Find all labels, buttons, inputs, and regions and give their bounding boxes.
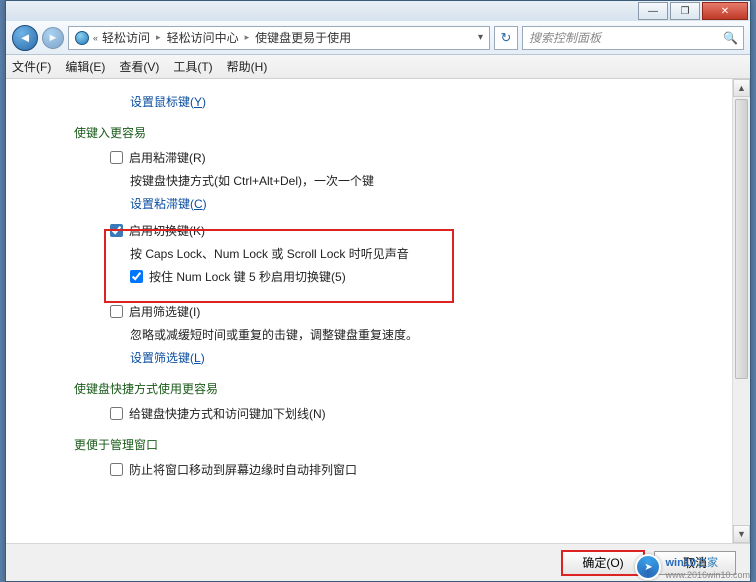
toggle-keys-checkbox[interactable]	[110, 224, 123, 237]
filter-keys-checkbox[interactable]	[110, 305, 123, 318]
toggle-keys-numlock-checkbox[interactable]	[130, 270, 143, 283]
highlight-box	[104, 229, 454, 303]
sticky-keys-row: 启用粘滞键(R)	[110, 149, 720, 166]
menu-edit[interactable]: 编辑(E)	[65, 58, 105, 75]
window-arrange-checkbox[interactable]	[110, 463, 123, 476]
filter-keys-settings-link[interactable]: 设置筛选键(L)	[130, 351, 205, 365]
search-input[interactable]: 搜索控制面板 🔍	[522, 26, 744, 50]
breadcrumb[interactable]: 轻松访问	[102, 29, 150, 46]
breadcrumb-dropdown-icon[interactable]: «	[93, 33, 98, 43]
control-panel-window: — ❐ ✕ ◄ ► « 轻松访问 ▸ 轻松访问中心 ▸ 使键盘更易于使用 ▾ ↻…	[5, 0, 751, 582]
forward-button[interactable]: ►	[42, 27, 64, 49]
breadcrumb[interactable]: 使键盘更易于使用	[255, 29, 351, 46]
toggle-keys-row: 启用切换键(K)	[110, 222, 720, 239]
globe-icon	[75, 31, 89, 45]
checkbox-label: 按住 Num Lock 键 5 秒启用切换键(5)	[149, 268, 346, 285]
section-heading: 使键盘快捷方式使用更容易	[74, 380, 720, 397]
menu-bar: 文件(F) 编辑(E) 查看(V) 工具(T) 帮助(H)	[6, 55, 750, 79]
filter-keys-row: 启用筛选键(I)	[110, 303, 720, 320]
menu-view[interactable]: 查看(V)	[119, 58, 159, 75]
sticky-keys-checkbox[interactable]	[110, 151, 123, 164]
description-text: 忽略或减缓短时间或重复的击键，调整键盘重复速度。	[130, 326, 720, 343]
vertical-scrollbar[interactable]: ▲ ▼	[732, 79, 750, 543]
checkbox-label: 启用切换键(K)	[129, 222, 205, 239]
address-bar[interactable]: « 轻松访问 ▸ 轻松访问中心 ▸ 使键盘更易于使用 ▾	[68, 26, 490, 50]
checkbox-label: 防止将窗口移动到屏幕边缘时自动排列窗口	[129, 461, 357, 478]
toggle-keys-sub-row: 按住 Num Lock 键 5 秒启用切换键(5)	[130, 268, 720, 285]
chevron-down-icon[interactable]: ▾	[478, 32, 483, 43]
sticky-keys-settings-link[interactable]: 设置粘滞键(C)	[130, 197, 207, 211]
maximize-button[interactable]: ❐	[670, 2, 700, 20]
back-button[interactable]: ◄	[12, 25, 38, 51]
content-area: 设置鼠标键(Y) 使键入更容易 启用粘滞键(R) 按键盘快捷方式(如 Ctrl+…	[6, 79, 750, 543]
close-button[interactable]: ✕	[702, 2, 748, 20]
scroll-up-button[interactable]: ▲	[733, 79, 750, 97]
checkbox-label: 启用筛选键(I)	[129, 303, 200, 320]
search-placeholder: 搜索控制面板	[529, 29, 601, 46]
search-icon[interactable]: 🔍	[723, 31, 737, 45]
menu-help[interactable]: 帮助(H)	[227, 58, 268, 75]
scroll-thumb[interactable]	[735, 99, 748, 379]
ok-button[interactable]: 确定(O)	[562, 551, 644, 575]
scroll-down-button[interactable]: ▼	[733, 525, 750, 543]
checkbox-label: 启用粘滞键(R)	[129, 149, 206, 166]
window-arrange-row: 防止将窗口移动到屏幕边缘时自动排列窗口	[110, 461, 720, 478]
section-heading: 更便于管理窗口	[74, 436, 720, 453]
mouse-keys-link[interactable]: 设置鼠标键(Y)	[130, 95, 206, 109]
chevron-right-icon: ▸	[154, 32, 163, 43]
settings-panel: 设置鼠标键(Y) 使键入更容易 启用粘滞键(R) 按键盘快捷方式(如 Ctrl+…	[6, 79, 732, 543]
breadcrumb[interactable]: 轻松访问中心	[167, 29, 239, 46]
refresh-button[interactable]: ↻	[494, 26, 518, 50]
cancel-button[interactable]: 取消	[654, 551, 736, 575]
chevron-right-icon: ▸	[243, 32, 252, 43]
description-text: 按 Caps Lock、Num Lock 或 Scroll Lock 时听见声音	[130, 245, 720, 262]
titlebar: — ❐ ✕	[6, 1, 750, 21]
menu-file[interactable]: 文件(F)	[12, 58, 51, 75]
underline-shortcuts-row: 给键盘快捷方式和访问键加下划线(N)	[110, 405, 720, 422]
nav-bar: ◄ ► « 轻松访问 ▸ 轻松访问中心 ▸ 使键盘更易于使用 ▾ ↻ 搜索控制面…	[6, 21, 750, 55]
description-text: 按键盘快捷方式(如 Ctrl+Alt+Del)，一次一个键	[130, 172, 720, 189]
minimize-button[interactable]: —	[638, 2, 668, 20]
dialog-footer: 确定(O) 取消	[6, 543, 750, 581]
section-heading: 使键入更容易	[74, 124, 720, 141]
checkbox-label: 给键盘快捷方式和访问键加下划线(N)	[129, 405, 326, 422]
menu-tools[interactable]: 工具(T)	[173, 58, 212, 75]
underline-shortcuts-checkbox[interactable]	[110, 407, 123, 420]
